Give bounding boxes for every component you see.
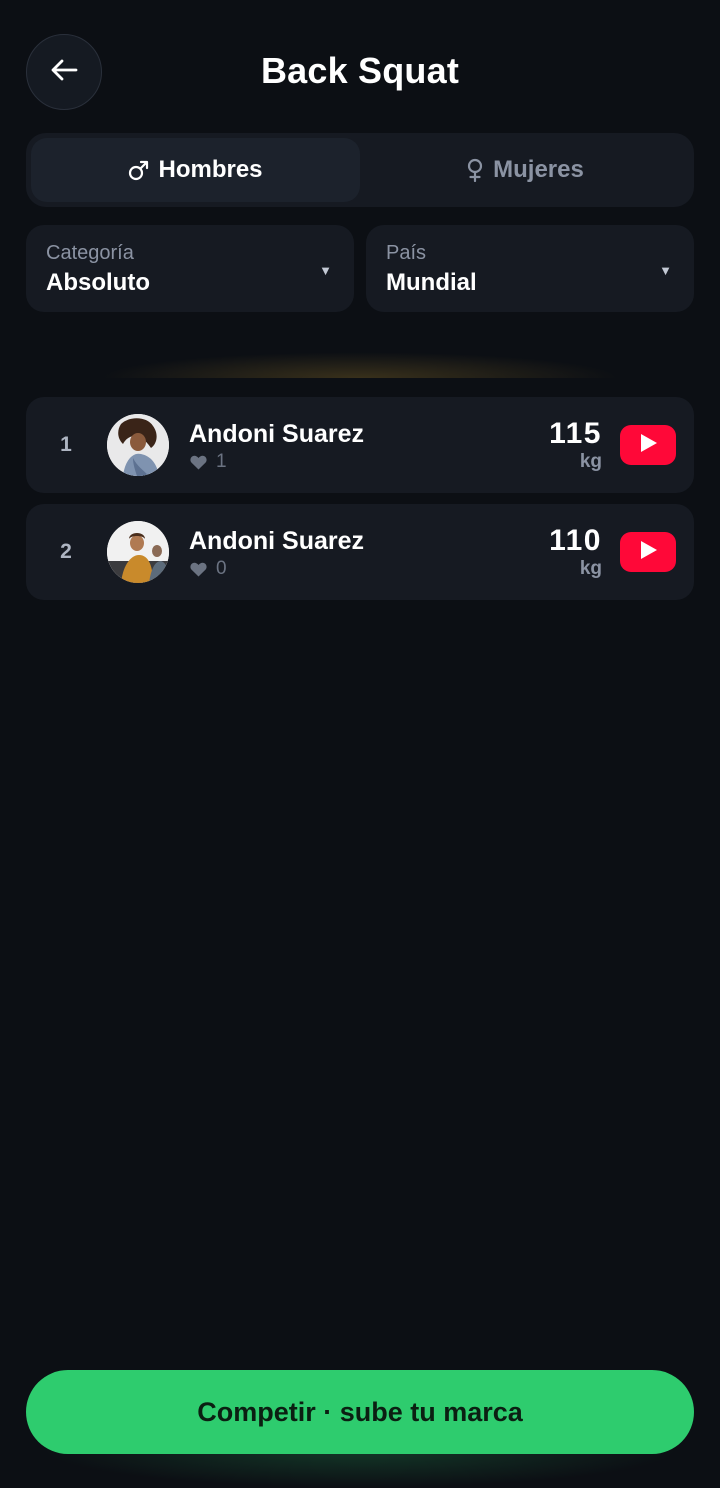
rank-number: 1 (60, 433, 72, 456)
video-play-button[interactable] (620, 425, 676, 465)
leaderboard-screen: Back Squat Hombres Mujeres Categoría Abs… (0, 0, 720, 1488)
country-select[interactable]: País Mundial ▼ (366, 225, 694, 312)
rank-number: 2 (60, 540, 72, 563)
likes-value: 0 (216, 558, 227, 579)
tab-mujeres-label: Mujeres (493, 156, 584, 183)
avatar (107, 521, 169, 583)
lift-weight: 110 (549, 524, 602, 557)
ranking-row[interactable]: 2 Andoni Suarez 0 110 kg (26, 504, 694, 600)
athlete-name: Andoni Suarez (189, 420, 365, 448)
chevron-down-icon: ▼ (319, 263, 332, 278)
tab-mujeres[interactable]: Mujeres (360, 138, 689, 202)
tab-hombres-label: Hombres (158, 156, 263, 183)
country-value: Mundial (386, 269, 477, 296)
likes-value: 1 (216, 451, 227, 472)
athlete-name: Andoni Suarez (189, 527, 365, 555)
weight-unit: kg (579, 451, 602, 472)
gender-segmented-control: Hombres Mujeres (26, 133, 694, 207)
avatar (107, 414, 169, 476)
category-label: Categoría (46, 242, 134, 264)
video-play-button[interactable] (620, 532, 676, 572)
chevron-down-icon: ▼ (659, 263, 672, 278)
compete-button[interactable]: Competir · sube tu marca (26, 1370, 694, 1454)
play-icon (638, 433, 658, 458)
likes-count: 0 (190, 558, 227, 580)
weight-unit: kg (579, 558, 602, 579)
lift-weight: 115 (549, 417, 602, 450)
male-icon (128, 159, 150, 181)
category-value: Absoluto (46, 269, 150, 296)
heart-icon (190, 455, 207, 470)
divider-glow (80, 350, 640, 378)
page-title: Back Squat (260, 50, 460, 91)
female-icon (465, 158, 485, 182)
heart-icon (190, 562, 207, 577)
country-label: País (386, 242, 427, 264)
tab-hombres[interactable]: Hombres (31, 138, 360, 202)
play-icon (638, 540, 658, 565)
likes-count: 1 (190, 451, 227, 473)
ranking-row[interactable]: 1 Andoni Suarez 1 115 kg (26, 397, 694, 493)
category-select[interactable]: Categoría Absoluto ▼ (26, 225, 354, 312)
